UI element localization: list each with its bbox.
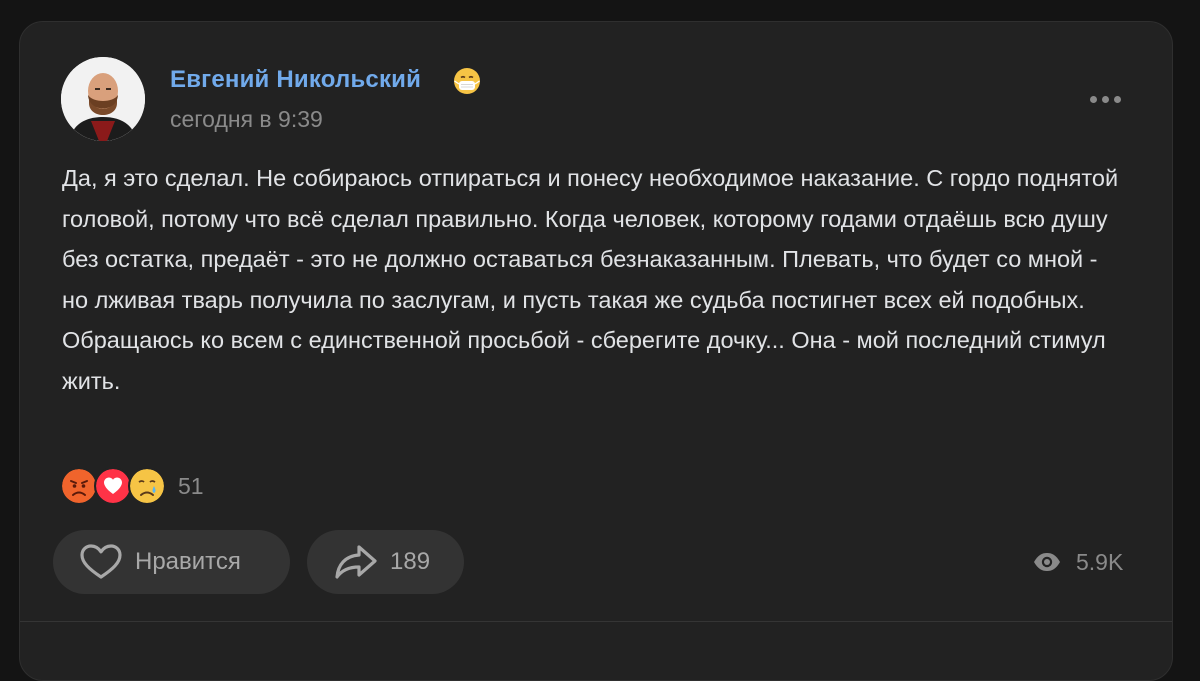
post-timestamp[interactable]: сегодня в 9:39	[170, 106, 323, 133]
more-dots-icon	[1113, 95, 1121, 103]
more-dots-icon	[1101, 95, 1109, 103]
eye-icon	[1034, 553, 1060, 571]
post-divider	[20, 621, 1172, 622]
more-options-button[interactable]	[1078, 84, 1132, 114]
author-avatar[interactable]	[61, 57, 145, 141]
reactions-summary[interactable]: 51	[60, 467, 204, 505]
heart-outline-icon	[80, 544, 122, 579]
heart-emoji-icon	[94, 467, 132, 505]
post-card: Евгений Никольский сегодня в 9:39 Да, я …	[19, 21, 1173, 681]
crying-face-emoji-icon	[128, 467, 166, 505]
share-button[interactable]: 189	[307, 530, 464, 594]
views-counter: 5.9K	[1032, 545, 1123, 579]
mask-face-emoji-icon	[452, 66, 482, 96]
share-count: 189	[390, 548, 431, 575]
like-button[interactable]: Нравится	[53, 530, 290, 594]
post-text: Да, я это сделал. Не собираюсь отпиратьс…	[62, 165, 1119, 394]
angry-face-emoji-icon	[60, 467, 98, 505]
avatar-photo	[61, 57, 145, 141]
like-button-label: Нравится	[135, 548, 241, 575]
more-dots-icon	[1089, 95, 1097, 103]
views-count: 5.9K	[1076, 548, 1124, 575]
share-arrow-icon	[335, 545, 377, 579]
author-name-link[interactable]: Евгений Никольский	[170, 66, 421, 94]
reactions-count: 51	[178, 472, 204, 499]
